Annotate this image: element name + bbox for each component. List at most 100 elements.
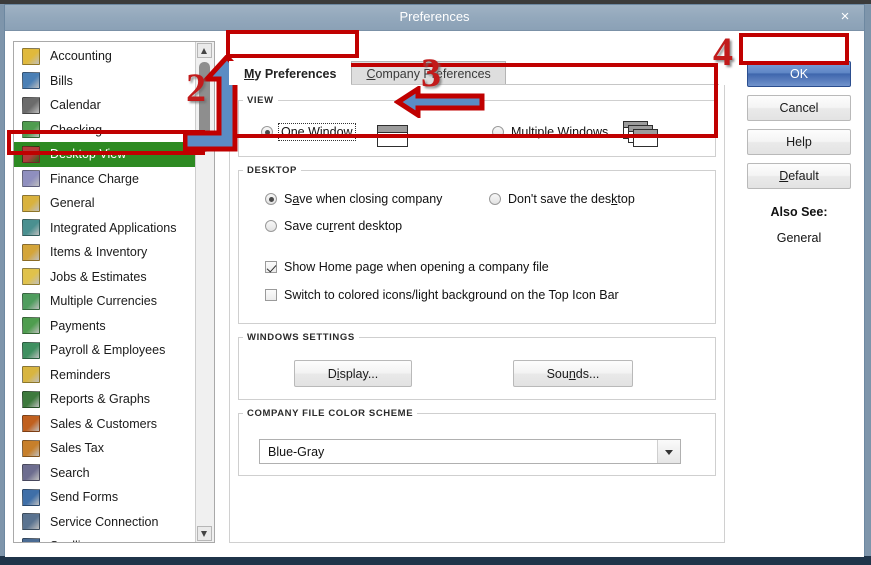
close-icon[interactable]: × [836,8,854,26]
sidebar-item-calendar[interactable]: Calendar [14,93,196,118]
cancel-button[interactable]: Cancel [747,95,851,121]
sidebar-item-label: General [50,196,95,211]
sidebar-item-label: Checking [50,122,103,137]
scroll-up-icon[interactable] [197,43,212,58]
checkbox-colored-icons[interactable]: Switch to colored icons/light background… [265,288,619,302]
sidebar-item-sales-tax[interactable]: Sales Tax [14,436,196,461]
sidebar-item-spelling[interactable]: Spelling [14,534,196,542]
ok-button[interactable]: OK [747,61,851,87]
default-button[interactable]: Default [747,163,851,189]
sidebar-item-bills[interactable]: Bills [14,69,196,94]
radio-one-window-label: One Window [278,123,356,141]
dialog-body: Accounting Bills Calendar Checking Desktop V… [5,31,864,557]
radio-dont-save-desktop[interactable]: Don't save the desktop [489,192,635,206]
color-scheme-legend: COMPANY FILE COLOR SCHEME [247,408,414,419]
sidebar-item-desktop-view[interactable]: Desktop View [14,142,196,167]
radio-one-window[interactable]: One Window [261,123,356,141]
sidebar-item-label: Accounting [50,49,112,64]
dialog-action-buttons: OK Cancel Help Default Also See: General [747,61,851,245]
integrated-applications-icon [22,219,40,237]
desktop-right-strip [865,4,871,556]
reports-graphs-icon [22,390,40,408]
sidebar-item-jobs-estimates[interactable]: Jobs & Estimates [14,265,196,290]
calendar-icon [22,96,40,114]
view-group-legend: VIEW [247,95,274,106]
radio-save-when-closing-indicator [265,193,277,205]
items-inventory-icon [22,243,40,261]
radio-save-current-desktop-indicator [265,220,277,232]
bills-icon [22,72,40,90]
radio-one-window-indicator [261,126,273,138]
sidebar-item-search[interactable]: Search [14,461,196,486]
reminders-icon [22,366,40,384]
tab-label: My Preferences [244,66,337,81]
sidebar-item-label: Send Forms [50,490,119,505]
send-forms-icon [22,488,40,506]
my-preferences-panel: VIEW One Window Multiple Windows DESKTOP… [229,85,725,543]
sidebar-item-general[interactable]: General [14,191,196,216]
sidebar-item-send-forms[interactable]: Send Forms [14,485,196,510]
checkbox-colored-icons-label: Switch to colored icons/light background… [284,288,619,302]
jobs-estimates-icon [22,268,40,286]
radio-save-when-closing[interactable]: Save when closing company [265,192,442,206]
sidebar-item-checking[interactable]: Checking [14,118,196,143]
search-icon [22,464,40,482]
sidebar-item-payments[interactable]: Payments [14,314,196,339]
checkbox-show-home-page-label: Show Home page when opening a company fi… [284,260,549,274]
general-icon [22,194,40,212]
preferences-tabs[interactable]: My Preferences Company Preferences [229,59,506,85]
preferences-dialog: Preferences × Accounting Bills Calendar Che… [4,4,865,557]
sidebar-scrollbar[interactable] [195,42,214,542]
display-button-label: Display... [327,366,379,381]
multi-window-preview-icon [623,121,659,147]
sidebar-item-label: Integrated Applications [50,220,177,235]
scrollbar-thumb[interactable] [199,62,210,152]
sidebar-item-reminders[interactable]: Reminders [14,363,196,388]
finance-charge-icon [22,170,40,188]
service-connection-icon [22,513,40,531]
default-button-label: Default [779,169,819,183]
radio-save-current-desktop[interactable]: Save current desktop [265,219,402,233]
sidebar-item-label: Jobs & Estimates [50,269,147,284]
sidebar-item-accounting[interactable]: Accounting [14,44,196,69]
sidebar-item-finance-charge[interactable]: Finance Charge [14,167,196,192]
radio-dont-save-desktop-label: Don't save the desktop [508,192,635,206]
color-scheme-dropdown[interactable]: Blue-Gray [259,439,681,464]
sales-tax-icon [22,439,40,457]
radio-multiple-windows[interactable]: Multiple Windows [492,125,608,139]
also-see-general-link[interactable]: General [747,231,851,245]
help-button[interactable]: Help [747,129,851,155]
tab-my-preferences[interactable]: My Preferences [229,61,352,85]
sidebar-item-items-inventory[interactable]: Items & Inventory [14,240,196,265]
sidebar-item-payroll-employees[interactable]: Payroll & Employees [14,338,196,363]
screen: Preferences × Accounting Bills Calendar Che… [0,0,871,565]
checkbox-show-home-page[interactable]: Show Home page when opening a company fi… [265,260,549,274]
sounds-button[interactable]: Sounds... [513,360,633,387]
sidebar-item-sales-customers[interactable]: Sales & Customers [14,412,196,437]
sidebar-item-label: Finance Charge [50,171,139,186]
radio-save-current-desktop-label: Save current desktop [284,219,403,233]
scroll-down-icon[interactable] [197,526,212,541]
sidebar-item-label: Reminders [50,367,111,382]
dialog-titlebar: Preferences × [5,5,864,31]
radio-multiple-windows-indicator [492,126,504,138]
sidebar-item-integrated-applications[interactable]: Integrated Applications [14,216,196,241]
category-items: Accounting Bills Calendar Checking Desktop V… [14,42,196,542]
preferences-category-list[interactable]: Accounting Bills Calendar Checking Desktop V… [13,41,215,543]
sidebar-item-label: Payments [50,318,106,333]
sidebar-item-label: Desktop View [50,147,127,162]
chevron-down-icon[interactable] [657,440,680,463]
sidebar-item-reports-graphs[interactable]: Reports & Graphs [14,387,196,412]
sidebar-item-service-connection[interactable]: Service Connection [14,510,196,535]
also-see-heading: Also See: [770,205,828,219]
checkbox-show-home-page-indicator [265,261,277,273]
desktop-group-legend: DESKTOP [247,165,297,176]
sounds-button-label: Sounds... [546,366,600,381]
radio-dont-save-desktop-indicator [489,193,501,205]
sidebar-item-multiple-currencies[interactable]: Multiple Currencies [14,289,196,314]
display-button[interactable]: Display... [294,360,412,387]
tab-company-preferences[interactable]: Company Preferences [351,61,506,85]
windows-settings-group: WINDOWS SETTINGS Display... Sounds... [238,332,716,400]
desktop-group: DESKTOP Save when closing company Don't … [238,165,716,324]
color-scheme-group: COMPANY FILE COLOR SCHEME Blue-Gray [238,408,716,476]
